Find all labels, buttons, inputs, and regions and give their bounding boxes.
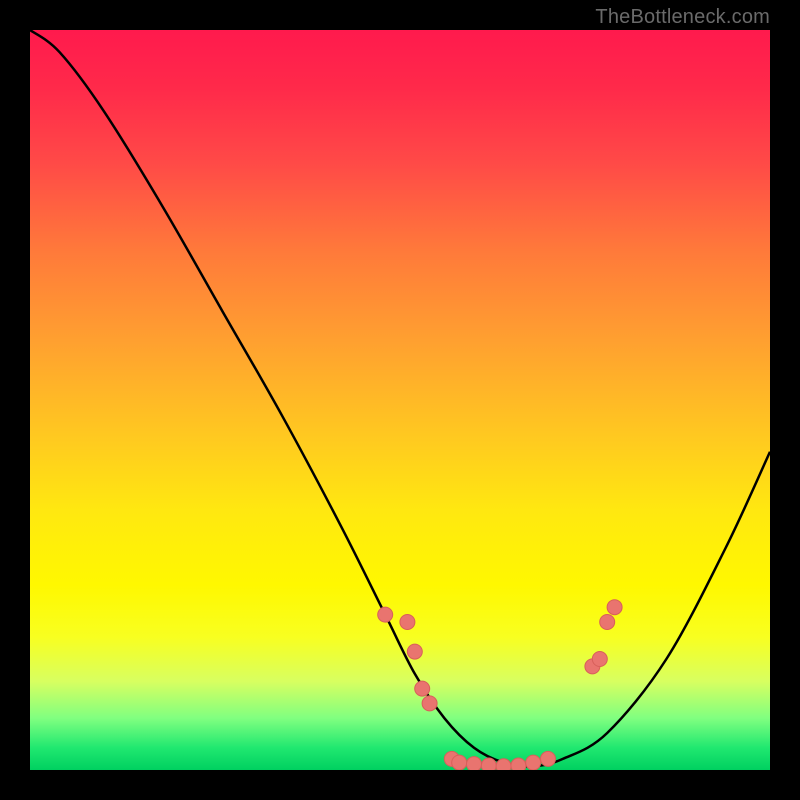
data-marker [467, 757, 482, 770]
data-marker [496, 759, 511, 770]
data-marker [541, 751, 556, 766]
data-marker [452, 755, 467, 770]
data-marker [422, 696, 437, 711]
bottleneck-curve [30, 30, 770, 766]
data-marker [415, 681, 430, 696]
data-marker [592, 652, 607, 667]
data-marker [407, 644, 422, 659]
data-markers [378, 600, 622, 770]
watermark-text: TheBottleneck.com [595, 6, 770, 29]
data-marker [600, 615, 615, 630]
chart-plot-area [30, 30, 770, 770]
data-marker [481, 758, 496, 770]
data-marker [400, 615, 415, 630]
data-marker [607, 600, 622, 615]
data-marker [526, 755, 541, 770]
chart-svg [30, 30, 770, 770]
data-marker [511, 758, 526, 770]
data-marker [378, 607, 393, 622]
